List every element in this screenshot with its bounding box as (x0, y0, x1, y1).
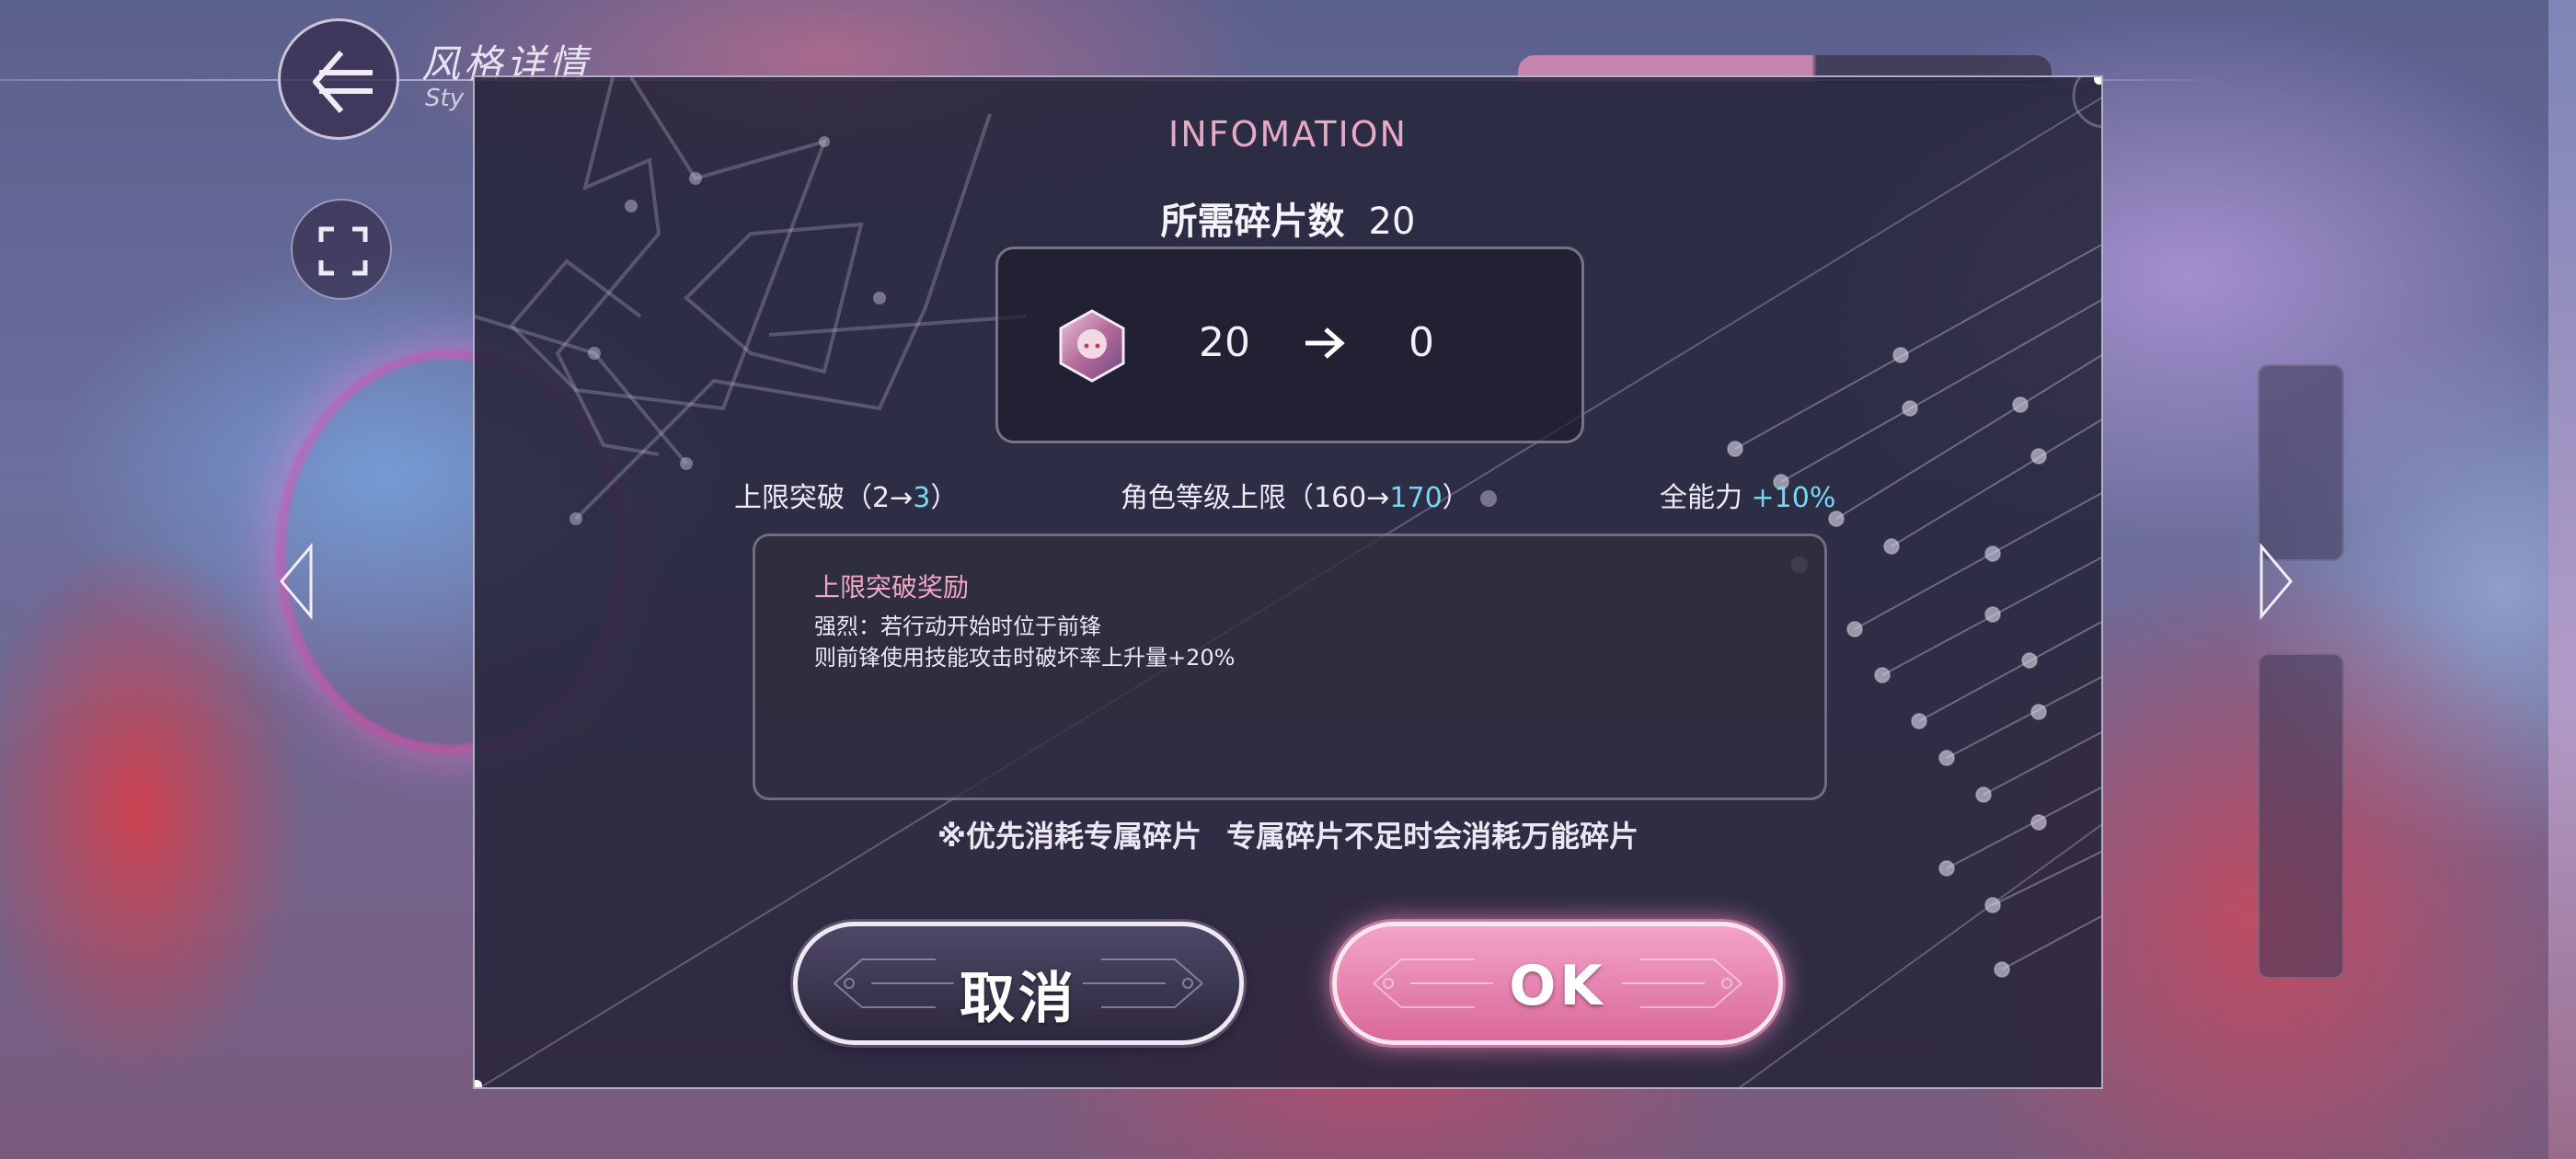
ok-button[interactable]: OK (1332, 922, 1783, 1045)
limit-break-stat: 上限突破（2→3） (734, 475, 958, 515)
required-fragments: 所需碎片数 20 (475, 191, 2101, 245)
previous-arrow-icon[interactable] (276, 543, 316, 620)
level-cap-stat: 角色等级上限（160→170） (1121, 475, 1470, 515)
fragments-after: 0 (1409, 319, 1434, 366)
bonus-description-line: 则前锋使用技能攻击时破坏率上升量+20% (814, 645, 1236, 671)
limit-break-stat-label: 上限突破（2→ (734, 482, 914, 514)
level-cap-stat-label: 角色等级上限（160→ (1121, 482, 1390, 514)
cancel-button[interactable]: 取消 (793, 922, 1244, 1045)
required-fragments-count: 20 (1368, 201, 1416, 243)
all-ability-stat-value: +10% (1751, 482, 1836, 514)
limit-break-bonus-box: 上限突破奖励 强烈：若行动开始时位于前锋 则前锋使用技能攻击时破坏率上升量+20… (753, 534, 1827, 800)
character-fragment-icon (1059, 309, 1125, 383)
next-arrow-icon[interactable] (2256, 543, 2296, 620)
limit-break-stat-suffix: ） (930, 482, 959, 514)
fullscreen-icon (318, 226, 368, 276)
corner-dot (2094, 77, 2101, 85)
ok-button-label: OK (1509, 954, 1606, 1018)
side-slot (2258, 364, 2344, 561)
level-cap-stat-value: 170 (1389, 482, 1443, 514)
required-fragments-label: 所需碎片数 (1160, 201, 1345, 243)
side-slot (2258, 653, 2344, 979)
corner-dot (475, 1080, 482, 1087)
fragment-consumption-note: ※优先消耗专属碎片 专属碎片不足时会消耗万能碎片 (937, 819, 1639, 854)
limit-break-dialog: INFOMATION 所需碎片数 20 20 0 上限突破（2→3） 角色等级上限… (473, 75, 2103, 1089)
bonus-description-line: 强烈：若行动开始时位于前锋 (814, 614, 1101, 639)
fullscreen-button[interactable] (291, 199, 392, 300)
all-ability-stat-label: 全能力 (1660, 482, 1742, 514)
fragment-change-box: 20 0 (995, 247, 1584, 443)
right-arrow-icon (1305, 327, 1345, 359)
back-button[interactable] (278, 18, 399, 140)
page-subtitle: Sty (425, 85, 465, 112)
all-ability-stat: 全能力 +10% (1660, 475, 1835, 515)
fragments-before: 20 (1199, 319, 1250, 366)
background-edge (2548, 0, 2576, 1159)
back-arrow-icon (313, 51, 373, 113)
dialog-title: INFOMATION (1168, 114, 1408, 155)
cancel-button-label: 取消 (960, 967, 1077, 1031)
bonus-title: 上限突破奖励 (814, 572, 970, 602)
limit-break-stat-value: 3 (913, 482, 931, 514)
level-cap-stat-suffix: ） (1442, 482, 1470, 514)
